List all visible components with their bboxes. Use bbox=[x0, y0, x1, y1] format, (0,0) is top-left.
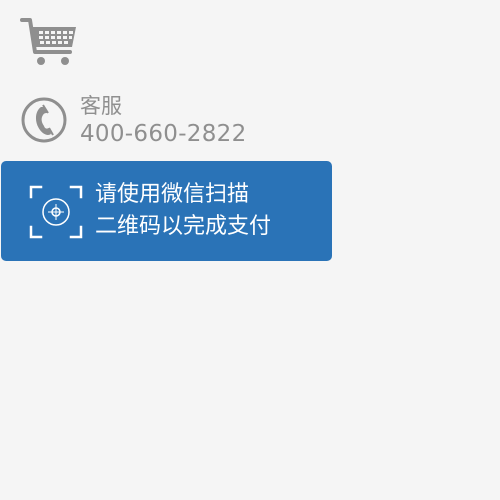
qr-scan-icon bbox=[29, 185, 83, 239]
service-label: 客服 bbox=[80, 94, 122, 118]
phone-svg bbox=[21, 97, 67, 143]
wechat-scan-prompt: 请使用微信扫描 二维码以完成支付 bbox=[1, 161, 332, 261]
service-phone-number: 400-660-2822 bbox=[80, 121, 247, 147]
payment-sidebar: 客服 400-660-2822 请使用微信扫描 二维码以完成支付 bbox=[0, 0, 500, 500]
scan-instructions-line1: 请使用微信扫描 bbox=[95, 182, 250, 207]
scan-instructions: 请使用微信扫描 二维码以完成支付 bbox=[95, 179, 325, 243]
customer-service: 客服 400-660-2822 bbox=[20, 93, 280, 149]
shopping-cart-svg bbox=[20, 18, 76, 65]
scan-instructions-line2: 二维码以完成支付 bbox=[95, 214, 272, 239]
qr-scan-svg bbox=[29, 185, 83, 239]
phone-icon bbox=[20, 95, 72, 147]
shopping-cart-icon[interactable] bbox=[20, 16, 80, 68]
